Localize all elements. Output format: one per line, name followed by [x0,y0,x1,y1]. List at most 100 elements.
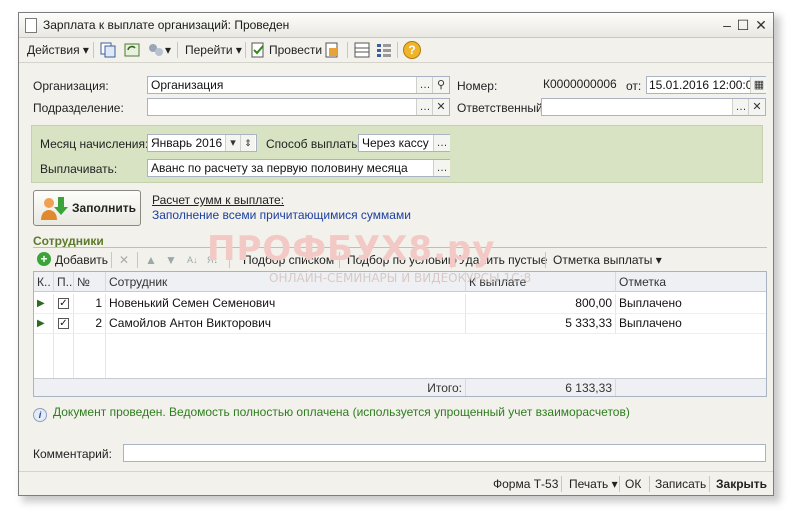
separator [619,476,620,492]
col-header-p[interactable]: П.. [54,272,74,292]
responsible-clear-icon[interactable]: ✕ [748,99,765,115]
ok-button[interactable]: ОК [625,476,641,492]
row-mark: Выплачено [619,316,682,330]
month-dropdown-icon[interactable]: ▾ [225,135,240,151]
comment-field[interactable] [123,444,766,462]
comment-label: Комментарий: [33,447,112,461]
date-from-label: от: [626,79,642,93]
table-row[interactable]: ▶ ✓ 2 Самойлов Антон Викторович 5 333,33… [34,314,766,334]
org-label: Организация: [33,79,109,93]
separator [137,252,138,268]
goto-menu[interactable]: Перейти ▾ [185,41,242,59]
pay-label: Выплачивать: [40,162,118,176]
watermark-sub: ОНЛАЙН-СЕМИНАРЫ И ВИДЕОКУРСЫ 1С:8 [269,271,532,285]
column-guide [105,334,106,378]
toolbar: Действия ▾ ▾ Перейти ▾ Провести ? [19,38,773,63]
actions-menu[interactable]: Действия ▾ [27,41,89,59]
window-title: Зарплата к выплате организаций: Проведен [43,18,290,32]
dept-select-button[interactable]: … [416,99,433,115]
document-window: Зарплата к выплате организаций: Проведен… [18,12,774,496]
row-employee: Самойлов Антон Викторович [106,314,466,333]
move-up-icon[interactable]: ▲ [145,251,157,269]
org-select-button[interactable]: … [416,77,433,93]
separator [561,476,562,492]
close-icon[interactable]: ✕ [753,17,769,33]
delete-icon[interactable]: ✕ [119,251,129,269]
add-icon: + [37,252,51,266]
row-checkbox-cell: ✓ [54,294,74,313]
add-button[interactable]: Добавить [55,251,108,269]
bottom-bar: Форма Т-53 Печать ▾ ОК Записать Закрыть [19,471,773,496]
fill-all-link[interactable]: Заполнение всеми причитающимися суммами [152,208,411,222]
list-settings-icon[interactable] [375,41,393,59]
col-header-k[interactable]: К.. [34,272,54,292]
close-button[interactable]: Закрыть [716,476,767,492]
col-header-mark[interactable]: Отметка [616,272,766,292]
org-field[interactable]: Организация [147,76,450,94]
pay-select-button[interactable]: … [433,160,450,176]
responsible-select-button[interactable]: … [732,99,749,115]
move-down-icon[interactable]: ▼ [165,251,177,269]
copy-icon[interactable] [99,41,117,59]
fill-button-label: Заполнить [72,201,136,215]
column-guide [53,334,54,378]
fill-button[interactable]: Заполнить [33,190,141,226]
minimize-icon[interactable]: – [719,17,735,33]
maximize-icon[interactable]: ☐ [735,17,751,33]
print-menu[interactable]: Печать ▾ [569,476,618,492]
watermark-main: ПРОФБУХ8.ру [207,229,496,269]
month-stepper-icon[interactable]: ⇕ [240,135,255,151]
document-icon [25,18,37,33]
pay-method-select-button[interactable]: … [433,135,450,151]
total-label: Итого: [34,378,466,396]
post-and-close-icon[interactable] [323,41,341,59]
mark-payment-menu[interactable]: Отметка выплаты ▾ [553,251,662,269]
table-row[interactable]: ▶ ✓ 1 Новенький Семен Семенович 800,00 В… [34,294,766,314]
number-label: Номер: [457,79,498,93]
row-checkbox[interactable]: ✓ [58,298,69,309]
info-icon: i [33,408,47,422]
sort-asc-icon[interactable]: A↓ [187,251,198,269]
table-view-icon[interactable] [353,41,371,59]
total-empty-cell [616,378,766,396]
separator [93,42,94,58]
row-mark: Выплачено [619,296,682,310]
save-button[interactable]: Записать [655,476,706,492]
pay-field[interactable]: Аванс по расчету за первую половину меся… [147,159,450,177]
row-amount: 5 333,33 [466,314,616,333]
structure-icon[interactable] [147,41,165,59]
pay-value: Аванс по расчету за первую половину меся… [151,161,408,175]
structure-dropdown[interactable]: ▾ [165,41,171,59]
month-value: Январь 2016 [151,136,223,150]
row-type-icon: ▶ [34,314,54,333]
row-checkbox-cell: ✓ [54,314,74,333]
separator [397,42,398,58]
separator [709,476,710,492]
responsible-label: Ответственный: [457,101,547,115]
date-field[interactable]: 15.01.2016 12:00:00 [646,76,766,94]
post-button[interactable]: Провести [269,41,322,59]
row-type-icon: ▶ [34,294,54,313]
separator [177,42,178,58]
form-t53-button[interactable]: Форма Т-53 [493,476,558,492]
total-value: 6 133,33 [466,378,616,396]
calendar-icon[interactable]: ▦ [750,77,767,93]
dept-field[interactable] [147,98,450,116]
separator [347,42,348,58]
col-header-num[interactable]: № [74,272,106,292]
employees-section-title: Сотрудники [33,234,104,248]
number-value: К0000000006 [543,77,617,91]
payment-settings-panel: Месяц начисления: Январь 2016 ▾ ⇕ Способ… [31,125,763,183]
row-checkbox[interactable]: ✓ [58,318,69,329]
refresh-icon[interactable] [123,41,141,59]
calc-link[interactable]: Расчет сумм к выплате: [152,193,284,207]
month-label: Месяц начисления: [40,137,149,151]
help-icon[interactable]: ? [403,41,421,59]
separator [545,252,546,268]
separator [245,42,246,58]
separator [111,252,112,268]
dept-clear-icon[interactable]: ✕ [432,99,449,115]
org-value: Организация [151,78,224,92]
org-search-icon[interactable]: ⚲ [432,77,449,93]
dept-label: Подразделение: [33,101,124,115]
